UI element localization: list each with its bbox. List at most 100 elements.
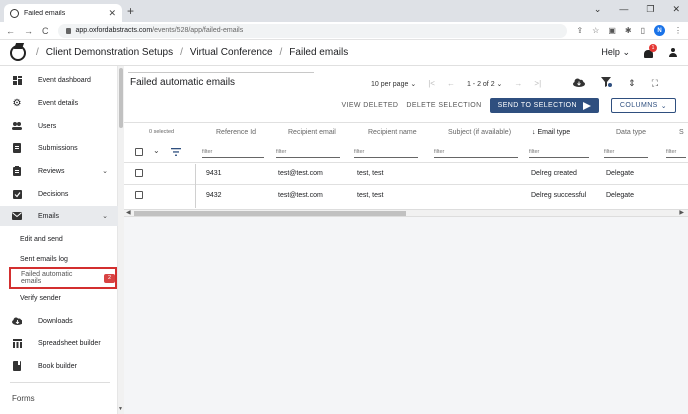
column-header-data-type[interactable]: Data type: [616, 129, 646, 136]
select-all-checkbox[interactable]: [135, 148, 143, 156]
table-row[interactable]: 9432 test@test.com test, test Delreg suc…: [124, 184, 688, 206]
browser-tab[interactable]: Failed emails ✕: [4, 4, 122, 22]
cloud-download-icon[interactable]: [573, 78, 586, 90]
address-bar: ← → C app.oxfordabstracts.com/events/528…: [0, 22, 688, 40]
cell-reference-id: 9432: [206, 192, 222, 199]
url-input[interactable]: app.oxfordabstracts.com/events/528/app/f…: [57, 23, 568, 38]
chevron-down-icon: ⌄: [660, 102, 667, 110]
close-window-icon[interactable]: ✕: [672, 4, 680, 15]
column-header-subject[interactable]: Subject (if available): [448, 129, 511, 136]
sidebar-item-users[interactable]: Users: [0, 116, 118, 136]
filter-off-icon[interactable]: [601, 77, 613, 90]
column-header-email-type[interactable]: ↓ Email type: [532, 129, 570, 136]
filter-input-reference-id[interactable]: filter: [202, 147, 264, 158]
filter-icon[interactable]: [171, 148, 181, 158]
tab-search-icon[interactable]: ⌄: [594, 4, 602, 15]
filter-input-email-type[interactable]: filter: [529, 147, 589, 158]
help-menu-button[interactable]: Help ⌄: [601, 47, 630, 58]
notifications-bell-icon[interactable]: 1: [644, 43, 657, 58]
back-icon[interactable]: ←: [6, 26, 15, 36]
sidebar-item-submissions[interactable]: Submissions: [0, 138, 118, 158]
sidebar-item-reviews[interactable]: Reviews ⌄: [0, 161, 118, 181]
checkbox-icon: [12, 189, 22, 199]
view-deleted-button[interactable]: VIEW DELETED: [341, 102, 398, 109]
new-tab-icon[interactable]: +: [127, 4, 134, 18]
filter-input-truncated[interactable]: filter: [666, 147, 686, 158]
app-header: / Client Demonstration Setups / Virtual …: [0, 40, 688, 66]
previous-page-icon[interactable]: ←: [447, 79, 455, 88]
page-range-select[interactable]: 1 - 2 of 2 ⌄: [467, 80, 502, 88]
breadcrumb-separator: /: [36, 47, 39, 58]
table-horizontal-scrollbar[interactable]: ◀ ▶: [124, 209, 688, 217]
scroll-down-icon[interactable]: ▼: [118, 406, 123, 412]
filter-input-recipient-email[interactable]: filter: [276, 147, 340, 158]
scrollbar-thumb[interactable]: [134, 211, 406, 216]
column-header-reference-id[interactable]: Reference Id: [216, 129, 256, 136]
close-tab-icon[interactable]: ✕: [108, 8, 116, 19]
browser-menu-icon[interactable]: ⋮: [674, 26, 682, 35]
scrollbar-thumb[interactable]: [119, 68, 123, 128]
sidepanel-icon[interactable]: ▯: [641, 26, 645, 35]
sidebar-item-decisions[interactable]: Decisions: [0, 184, 118, 204]
sidebar-item-spreadsheet-builder[interactable]: Spreadsheet builder: [0, 333, 118, 353]
sidebar-section-forms[interactable]: Forms: [12, 394, 35, 403]
minimize-icon[interactable]: —: [619, 4, 628, 15]
table-tools: ⇕ ⛶: [573, 77, 658, 90]
sidebar-subitem-verify-sender[interactable]: Verify sender: [0, 289, 118, 307]
column-header-truncated[interactable]: S: [679, 129, 684, 136]
chevron-down-icon: ⌄: [410, 80, 417, 88]
rows-per-page-select[interactable]: 10 per page ⌄: [371, 80, 416, 88]
sidebar-divider: [10, 382, 110, 383]
cell-data-type: Delegate: [606, 170, 635, 177]
sidebar-item-event-dashboard[interactable]: Event dashboard: [0, 70, 118, 90]
puzzle-icon[interactable]: ✱: [625, 26, 632, 35]
row-checkbox[interactable]: [135, 169, 143, 177]
header-actions: Help ⌄ 1: [601, 43, 678, 58]
extension-icon[interactable]: ▣: [608, 26, 616, 35]
sidebar-item-book-builder[interactable]: Book builder: [0, 356, 118, 376]
column-divider: [195, 164, 196, 208]
sidebar-item-emails[interactable]: Emails ⌄: [0, 206, 118, 226]
last-page-icon[interactable]: >|: [534, 79, 541, 88]
next-page-icon[interactable]: →: [514, 79, 522, 88]
delete-selection-button[interactable]: DELETE SELECTION: [406, 102, 481, 109]
filter-input-recipient-name[interactable]: filter: [354, 147, 418, 158]
failed-count-badge: 2: [104, 273, 115, 283]
account-icon[interactable]: [668, 47, 678, 58]
sidebar-subitem-sent-emails-log[interactable]: Sent emails log: [0, 250, 118, 268]
sidebar-subitem-edit-and-send[interactable]: Edit and send: [0, 230, 118, 248]
table-row[interactable]: 9431 test@test.com test, test Delreg cre…: [124, 162, 688, 184]
column-header-recipient-name[interactable]: Recipient name: [368, 129, 417, 136]
scroll-right-icon[interactable]: ▶: [679, 209, 684, 216]
sidebar-item-downloads[interactable]: Downloads: [0, 311, 118, 331]
row-checkbox[interactable]: [135, 191, 143, 199]
fullscreen-icon[interactable]: ⛶: [652, 78, 658, 89]
sidebar-item-event-details[interactable]: ⚙ Event details: [0, 93, 118, 113]
browser-tab-title: Failed emails: [24, 9, 66, 17]
reload-icon[interactable]: C: [42, 26, 49, 36]
breadcrumb-item-event[interactable]: Virtual Conference: [190, 47, 273, 58]
chevron-down-icon: ⌄: [496, 80, 503, 88]
columns-button[interactable]: COLUMNS ⌄: [610, 98, 676, 113]
filter-input-subject[interactable]: filter: [434, 147, 518, 158]
send-to-selection-button[interactable]: SEND TO SELECTION: [489, 98, 599, 113]
bookmark-star-icon[interactable]: ☆: [592, 26, 599, 35]
breadcrumb-item-org[interactable]: Client Demonstration Setups: [46, 47, 173, 58]
filter-input-data-type[interactable]: filter: [604, 147, 648, 158]
share-icon[interactable]: ⇪: [576, 26, 583, 35]
breadcrumb-separator: /: [180, 47, 183, 58]
window-controls: ⌄ — ❐ ✕: [594, 4, 680, 15]
forward-icon[interactable]: →: [24, 26, 33, 36]
chevron-down-icon[interactable]: ⌄: [153, 146, 160, 155]
first-page-icon[interactable]: |<: [428, 79, 435, 88]
reviews-icon: [12, 166, 22, 176]
browser-tab-bar: Failed emails ✕ + ⌄ — ❐ ✕: [0, 0, 688, 22]
sort-icon[interactable]: ⇕: [628, 78, 636, 89]
cell-data-type: Delegate: [606, 192, 635, 199]
sidebar-subitem-failed-automatic-emails[interactable]: Failed automatic emails 2: [9, 267, 117, 289]
profile-avatar[interactable]: N: [654, 25, 665, 36]
oxford-abstracts-logo-icon[interactable]: [10, 44, 26, 61]
column-header-recipient-email[interactable]: Recipient email: [288, 129, 336, 136]
scroll-left-icon[interactable]: ◀: [126, 209, 131, 216]
restore-icon[interactable]: ❐: [646, 4, 654, 15]
